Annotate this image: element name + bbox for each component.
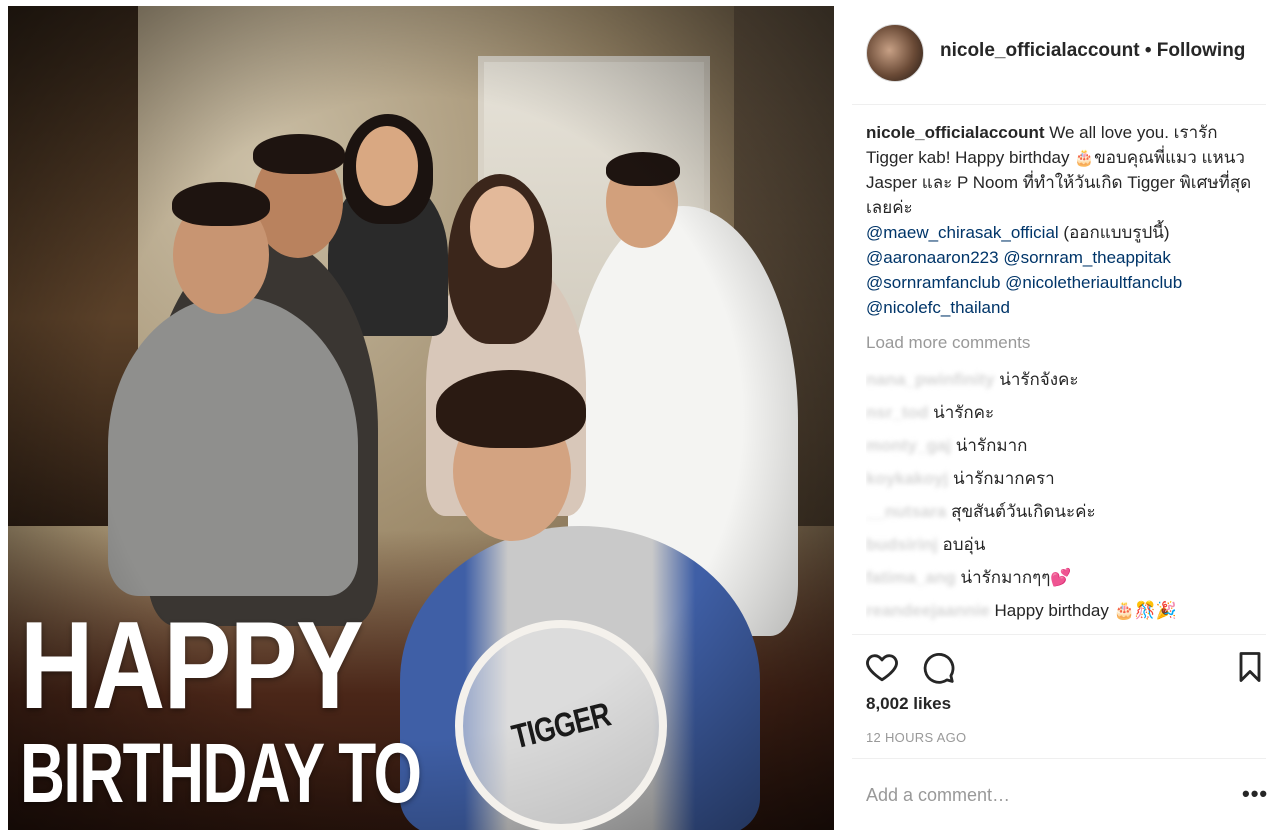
header-username[interactable]: nicole_officialaccount (940, 40, 1140, 61)
comment-row: monty_gaj น่ารักมาก (866, 429, 1258, 462)
comment-text: น่ารักคะ (933, 403, 995, 422)
comment-text: Happy birthday 🎂🎊🎉 (994, 601, 1178, 620)
comment-text: น่ารักมากครา (952, 469, 1055, 488)
comment-username[interactable]: nsr_tod (866, 396, 928, 429)
comment-username[interactable]: koykakoyj (866, 462, 948, 495)
photo-person-head (470, 186, 534, 268)
header-line: nicole_officialaccount • Following (940, 40, 1245, 62)
birthday-cake-emoji: 🎂 (1074, 148, 1095, 167)
photo-name-text: TIGGER (508, 695, 614, 756)
photo-person-hair (172, 182, 270, 226)
comment-text: น่ารักมากๆๆ💕 (960, 568, 1072, 587)
comment-text: น่ารักมาก (955, 436, 1028, 455)
comment-username[interactable]: fatima_ang (866, 561, 956, 594)
comment-username[interactable]: nana_pwinfinity (866, 363, 994, 396)
photo-happy-text: HAPPY (20, 597, 364, 735)
add-comment-input[interactable] (866, 783, 1206, 807)
comment-username[interactable]: __nutsara (866, 495, 946, 528)
add-comment-bar: ••• (852, 758, 1268, 831)
post-header: nicole_officialaccount • Following (852, 0, 1266, 105)
likes-count[interactable]: 8,002 likes (866, 694, 951, 714)
comment-row: fatima_ang น่ารักมากๆๆ💕 (866, 561, 1258, 594)
comment-row: nsr_tod น่ารักคะ (866, 396, 1258, 429)
comment-row: nana_pwinfinity น่ารักจังคะ (866, 363, 1258, 396)
mention-link[interactable]: @nicoletheriaultfanclub (1005, 273, 1182, 292)
header-separator: • (1144, 40, 1152, 61)
photo-name-badge: TIGGER (455, 620, 667, 830)
post-actions-bar (852, 634, 1266, 695)
following-button[interactable]: Following (1157, 40, 1246, 61)
post-photo[interactable]: HAPPY BIRTHDAY TO TIGGER (8, 6, 834, 830)
heart-icon[interactable] (864, 649, 900, 685)
comment-bubble-icon[interactable] (920, 649, 956, 685)
photo-person-hair (436, 370, 586, 448)
more-options-button[interactable]: ••• (1242, 781, 1268, 807)
post-timestamp[interactable]: 12 HOURS AGO (866, 730, 966, 745)
photo-person-hair (606, 152, 680, 186)
comment-text: อบอุ่น (942, 535, 986, 554)
photo-person-head (356, 126, 418, 206)
comment-username[interactable]: reandeejaannie (866, 594, 990, 627)
caption-paren-text: (ออกแบบรูปนี้) (1058, 223, 1170, 242)
comment-text: น่ารักจังคะ (999, 370, 1079, 389)
load-more-comments-button[interactable]: Load more comments (866, 330, 1258, 355)
mention-link[interactable]: @sornram_theappitak (1003, 248, 1171, 267)
caption: nicole_officialaccount We all love you. … (866, 120, 1258, 320)
mention-link[interactable]: @aaronaaron223 (866, 248, 999, 267)
comment-row: koykakoyj น่ารักมากครา (866, 462, 1258, 495)
caption-username[interactable]: nicole_officialaccount (866, 123, 1045, 142)
mention-link[interactable]: @nicolefc_thailand (866, 298, 1010, 317)
comment-row: __nutsara สุขสันต์วันเกิดนะค่ะ (866, 495, 1258, 528)
comments-section[interactable]: nicole_officialaccount We all love you. … (866, 120, 1258, 632)
comment-row: reandeejaannie Happy birthday 🎂🎊🎉 (866, 594, 1258, 627)
mention-link[interactable]: @maew_chirasak_official (866, 223, 1059, 242)
bookmark-icon[interactable] (1232, 649, 1268, 685)
post-side-panel: nicole_officialaccount • Following nicol… (852, 0, 1272, 833)
comment-row: budsirinj อบอุ่น (866, 528, 1258, 561)
photo-person-hair (253, 134, 345, 174)
comment-text: สุขสันต์วันเกิดนะค่ะ (951, 502, 1096, 521)
photo-birthday-to-text: BIRTHDAY TO (20, 726, 422, 820)
comment-username[interactable]: monty_gaj (866, 429, 951, 462)
avatar[interactable] (866, 24, 924, 82)
comment-username[interactable]: budsirinj (866, 528, 938, 561)
instagram-post: HAPPY BIRTHDAY TO TIGGER nicole_official… (0, 0, 1280, 833)
photo-person (108, 296, 358, 596)
mention-link[interactable]: @sornramfanclub (866, 273, 1000, 292)
